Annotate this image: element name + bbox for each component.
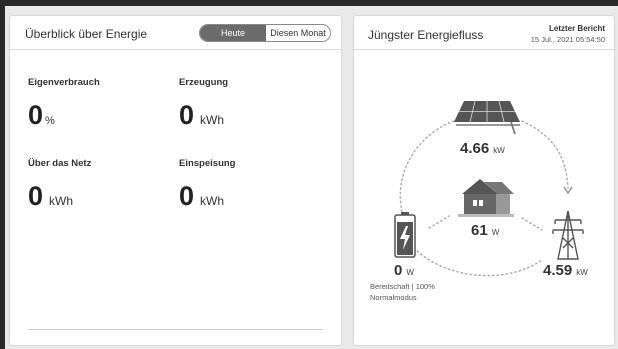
solar-power-value: 4.66 bbox=[460, 140, 490, 157]
home-power-reading: 61 W bbox=[471, 222, 499, 239]
grid-metric: Über das Netz 0 kWh bbox=[28, 158, 91, 210]
grid-power-reading: 4.59 kW bbox=[543, 262, 588, 279]
solar-panel-icon bbox=[454, 100, 520, 135]
solar-power-unit: kW bbox=[493, 146, 505, 155]
overview-divider bbox=[28, 329, 323, 330]
period-toggle[interactable]: Heute Diesen Monat bbox=[199, 24, 331, 42]
energy-overview-panel: Überblick über Energie Heute Diesen Mona… bbox=[9, 15, 342, 346]
power-pylon-icon bbox=[552, 210, 584, 260]
generation-value: 0 bbox=[179, 100, 195, 130]
self-consumption-label: Eigenverbrauch bbox=[28, 77, 100, 88]
feed-in-metric: Einspeisung 0 kWh bbox=[179, 158, 235, 210]
battery-status-text: Bereitschaft | 100% bbox=[370, 282, 435, 291]
home-power-value: 61 bbox=[471, 222, 488, 239]
generation-metric: Erzeugung 0 kWh bbox=[179, 77, 228, 129]
battery-power-value: 0 bbox=[394, 262, 403, 279]
feed-in-label: Einspeisung bbox=[179, 158, 236, 169]
grid-value: 0 bbox=[28, 181, 44, 211]
battery-mode-text: Normalmodus bbox=[370, 293, 417, 302]
solar-power-reading: 4.66 kW bbox=[460, 140, 505, 157]
energy-flow-panel: Jüngster Energiefluss Letzter Bericht 15… bbox=[353, 15, 615, 346]
grid-unit: kWh bbox=[49, 194, 74, 208]
energy-overview-title: Überblick über Energie bbox=[25, 27, 148, 41]
generation-label: Erzeugung bbox=[179, 77, 229, 88]
battery-status: Bereitschaft | 100% Normalmodus bbox=[370, 281, 435, 303]
battery-power-unit: W bbox=[406, 268, 414, 277]
grid-power-unit: kW bbox=[576, 268, 588, 277]
generation-unit: kWh bbox=[200, 113, 225, 127]
self-consumption-unit: % bbox=[45, 115, 55, 127]
home-power-unit: W bbox=[491, 228, 500, 237]
toggle-this-month[interactable]: Diesen Monat bbox=[266, 25, 330, 41]
battery-power-reading: 0 W bbox=[394, 262, 414, 279]
feed-in-unit: kWh bbox=[200, 194, 225, 208]
self-consumption-value: 0 bbox=[28, 100, 44, 130]
feed-in-value: 0 bbox=[179, 181, 195, 211]
screen-frame-left bbox=[0, 0, 5, 349]
battery-icon bbox=[394, 212, 416, 258]
self-consumption-metric: Eigenverbrauch 0 % bbox=[28, 77, 100, 129]
toggle-today[interactable]: Heute bbox=[200, 25, 266, 41]
energy-overview-header: Überblick über Energie Heute Diesen Mona… bbox=[10, 16, 341, 50]
screen-frame-top bbox=[0, 0, 618, 6]
grid-power-value: 4.59 bbox=[543, 262, 573, 279]
grid-label: Über das Netz bbox=[28, 158, 92, 169]
house-icon bbox=[458, 179, 514, 217]
